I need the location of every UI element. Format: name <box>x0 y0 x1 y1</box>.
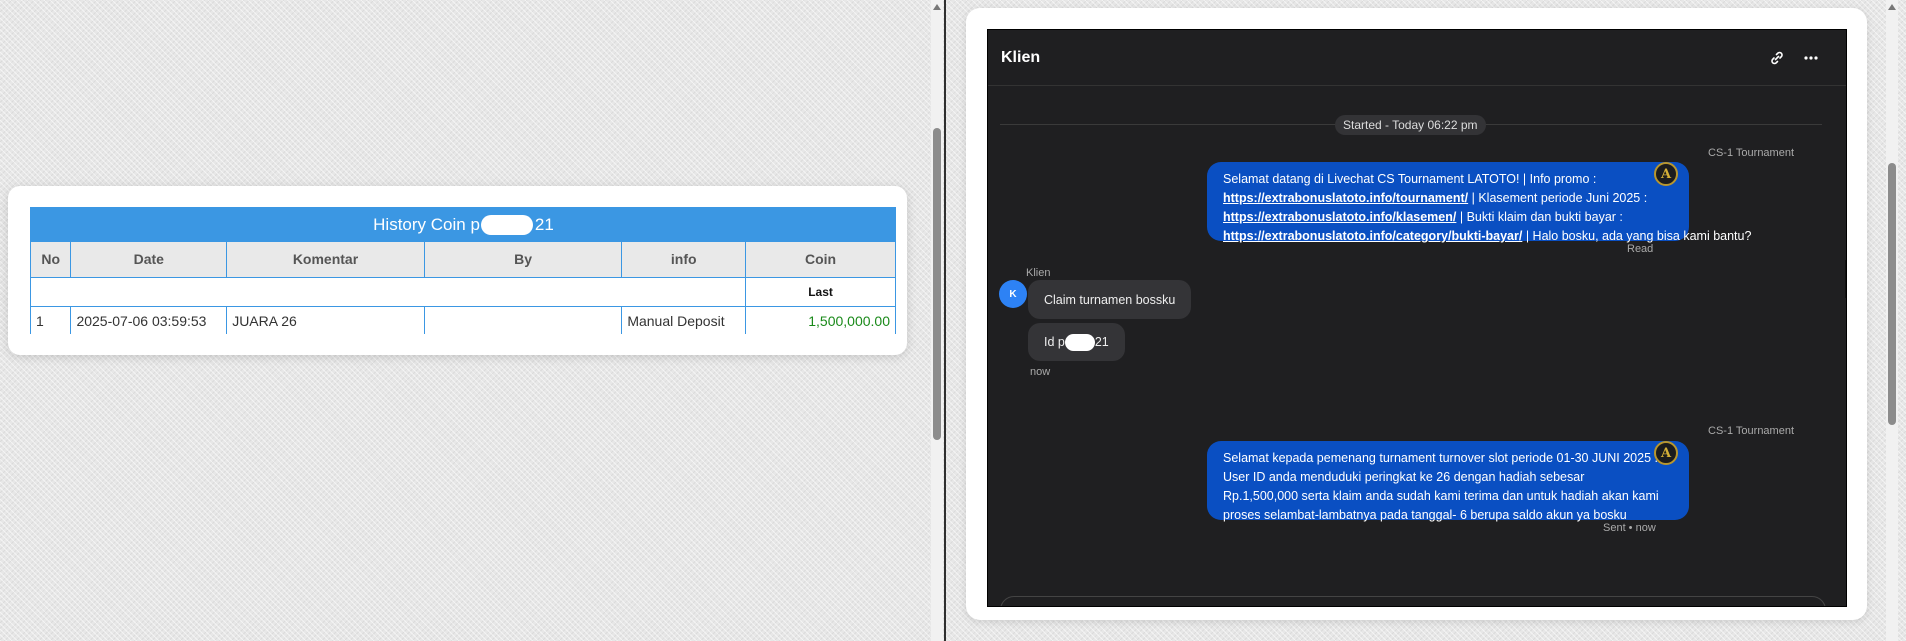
client-message-bubble: Id p 21 <box>1028 323 1125 361</box>
bukti-bayar-link[interactable]: https://extrabonuslatoto.info/category/b… <box>1223 229 1522 243</box>
cell-coin: 1,500,000.00 <box>745 306 896 334</box>
tournament-link[interactable]: https://extrabonuslatoto.info/tournament… <box>1223 191 1468 205</box>
agent-avatar: A <box>1654 162 1678 186</box>
session-started-pill: Started - Today 06:22 pm <box>1335 115 1486 135</box>
agent-message-text: Selamat kepada pemenang turnament turnov… <box>1223 451 1659 522</box>
agent-message-line: Selamat datang di Livechat CS Tournament… <box>1223 172 1597 186</box>
agent-message-text: | Klasement periode Juni 2025 : <box>1468 191 1648 205</box>
more-horizontal-icon[interactable] <box>1803 50 1819 66</box>
agent-message-line: https://extrabonuslatoto.info/klasemen/ … <box>1223 208 1673 227</box>
col-by[interactable]: By <box>424 242 623 278</box>
history-title-suffix: 21 <box>534 214 554 234</box>
col-date[interactable]: Date <box>70 242 228 278</box>
chat-title: Klien <box>1001 48 1041 66</box>
redaction-mark <box>1064 333 1095 351</box>
sent-status: Sent • now <box>1603 522 1656 534</box>
agent-message-bubble: Selamat kepada pemenang turnament turnov… <box>1207 441 1689 522</box>
col-komentar[interactable]: Komentar <box>226 242 425 278</box>
link-icon[interactable] <box>1769 50 1785 66</box>
chat-body: Started - Today 06:22 pm CS-1 Tournament… <box>988 86 1846 606</box>
client-message-text: Claim turnamen bossku <box>1044 292 1176 307</box>
col-info[interactable]: info <box>621 242 747 278</box>
agent-message-text: | Bukti klaim dan bukti bayar : <box>1456 210 1623 224</box>
last-label: Last <box>745 277 896 307</box>
client-message-bubble: Claim turnamen bossku <box>1028 280 1192 319</box>
agent-message-line: https://extrabonuslatoto.info/tournament… <box>1223 189 1673 208</box>
message-composer[interactable] <box>1000 596 1826 606</box>
agent-message-bubble: Selamat datang di Livechat CS Tournament… <box>1207 162 1751 243</box>
scrollbar-thumb[interactable] <box>1888 163 1896 425</box>
client-message-id-prefix: Id p <box>1044 335 1065 349</box>
scroll-up-arrow-icon[interactable] <box>1888 4 1896 10</box>
cell-komentar: JUARA 26 <box>226 306 425 334</box>
read-status: Read <box>1627 243 1654 255</box>
agent-sender-label: CS-1 Tournament <box>1708 425 1795 437</box>
side-handle <box>1845 260 1846 298</box>
agent-message-text: | Halo bosku, ada yang bisa kami bantu? <box>1522 229 1752 243</box>
history-title: History Coin p 21 <box>31 207 896 242</box>
agent-message-line: https://extrabonuslatoto.info/category/b… <box>1223 227 1751 246</box>
cell-info: Manual Deposit <box>621 306 747 334</box>
chat-window: Klien Started - Today 06:22 pm CS-1 Tour… <box>987 29 1847 607</box>
klasemen-link[interactable]: https://extrabonuslatoto.info/klasemen/ <box>1223 210 1456 224</box>
agent-avatar: A <box>1654 441 1678 465</box>
client-message-time: now <box>1030 366 1051 378</box>
last-row: Last <box>31 277 896 307</box>
history-header-row: No Date Komentar By info Coin <box>31 242 896 278</box>
header-actions <box>1769 50 1819 66</box>
client-avatar: K <box>999 280 1027 308</box>
chat-card: Klien Started - Today 06:22 pm CS-1 Tour… <box>966 8 1867 620</box>
client-message-id-suffix: 21 <box>1094 335 1109 349</box>
scrollbar-thumb[interactable] <box>933 128 941 440</box>
col-coin[interactable]: Coin <box>745 242 896 278</box>
cell-by <box>424 306 623 334</box>
chat-header: Klien <box>988 30 1846 86</box>
history-title-prefix: History Coin p <box>373 214 480 234</box>
right-scrollbar[interactable] <box>1886 0 1898 641</box>
left-scrollbar[interactable] <box>931 0 943 641</box>
history-grid: No Date Komentar By info Coin Last 1 202… <box>31 242 896 334</box>
table-row[interactable]: 1 2025-07-06 03:59:53 JUARA 26 Manual De… <box>31 306 896 334</box>
right-pane: Klien Started - Today 06:22 pm CS-1 Tour… <box>946 0 1906 641</box>
history-card: History Coin p 21 No Date Komentar By inf… <box>8 186 907 355</box>
left-pane: History Coin p 21 No Date Komentar By inf… <box>0 0 930 641</box>
agent-sender-label: CS-1 Tournament <box>1708 147 1795 159</box>
last-row-spacer <box>31 277 747 307</box>
scroll-up-arrow-icon[interactable] <box>933 4 941 10</box>
col-no[interactable]: No <box>31 242 72 278</box>
cell-date: 2025-07-06 03:59:53 <box>70 306 228 334</box>
history-table: History Coin p 21 No Date Komentar By inf… <box>30 207 896 334</box>
cell-no: 1 <box>31 306 72 334</box>
redaction-mark <box>480 214 533 235</box>
client-sender-label: Klien <box>1026 267 1051 279</box>
